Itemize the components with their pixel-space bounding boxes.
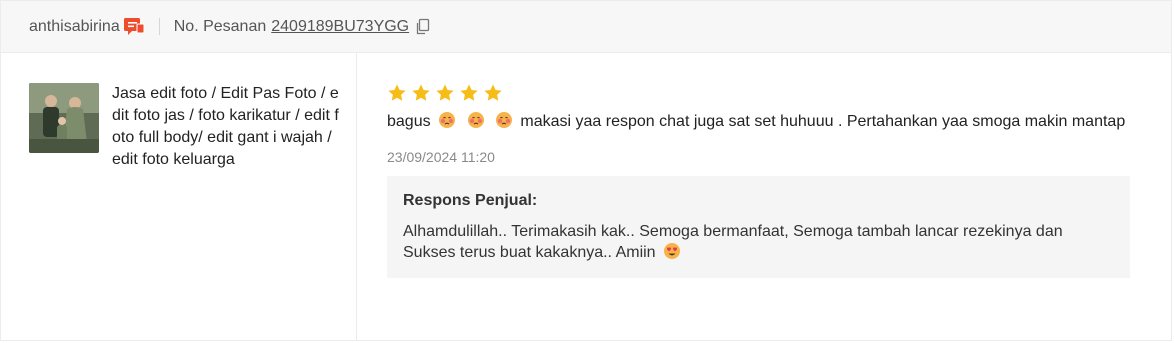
- blushing-face-emoji-icon: [439, 112, 456, 128]
- comment-end: makasi yaa respon chat juga sat set huhu…: [520, 113, 1126, 130]
- order-number-link[interactable]: 2409189BU73YGG: [271, 18, 409, 36]
- header-divider: [158, 18, 160, 35]
- product-info[interactable]: Jasa edit foto / Edit Pas Foto / edit fo…: [1, 53, 357, 341]
- seller-response-text: Alhamdulillah.. Terimakasih kak.. Semoga…: [403, 222, 1114, 263]
- chat-icon[interactable]: [123, 17, 145, 37]
- star-icon: [412, 84, 430, 101]
- rating-stars: [387, 83, 1147, 103]
- seller-response: Respons Penjual: Alhamdulillah.. Terimak…: [387, 176, 1130, 278]
- star-icon: [436, 84, 454, 101]
- copy-icon[interactable]: [415, 18, 431, 36]
- seller-response-body: Alhamdulillah.. Terimakasih kak.. Semoga…: [403, 223, 1063, 261]
- heart-eyes-emoji-icon: [664, 243, 681, 259]
- star-icon: [460, 84, 478, 101]
- review-header: anthisabirina No. Pesanan 2409189BU73YGG: [1, 1, 1171, 53]
- product-name[interactable]: Jasa edit foto / Edit Pas Foto / edit fo…: [112, 83, 344, 171]
- review-comment: bagus makasi yaa respon chat juga sat se…: [387, 109, 1147, 135]
- buyer-username[interactable]: anthisabirina: [29, 18, 120, 36]
- review-timestamp: 23/09/2024 11:20: [387, 149, 495, 165]
- star-icon: [484, 84, 502, 101]
- review-content: bagus makasi yaa respon chat juga sat se…: [357, 53, 1171, 341]
- blushing-face-emoji-icon: [495, 112, 512, 128]
- star-icon: [388, 84, 406, 101]
- order-number-label: No. Pesanan: [173, 17, 267, 35]
- comment-start: bagus: [387, 113, 431, 130]
- blushing-face-emoji-icon: [467, 112, 484, 128]
- seller-response-label: Respons Penjual:: [403, 192, 538, 209]
- product-thumbnail[interactable]: [29, 83, 99, 153]
- review-card: anthisabirina No. Pesanan 2409189BU73YGG: [0, 0, 1172, 341]
